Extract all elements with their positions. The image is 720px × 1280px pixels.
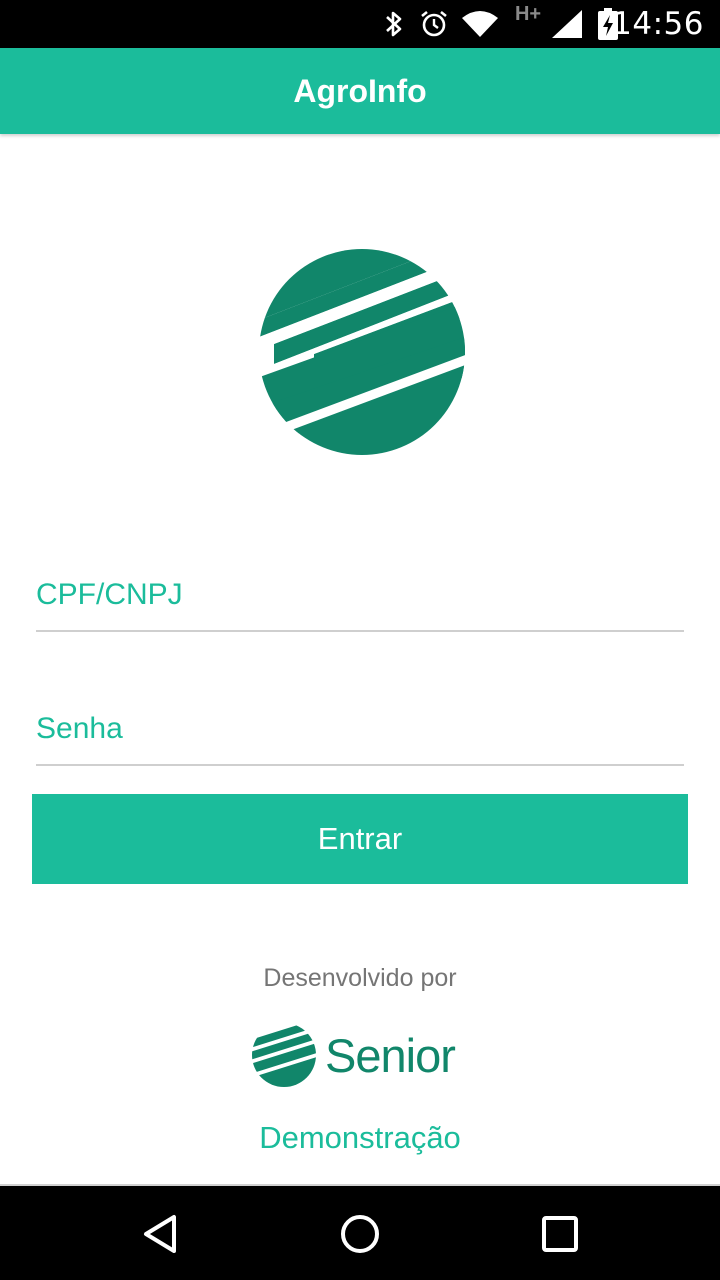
bluetooth-icon bbox=[382, 8, 406, 40]
status-bar: H+ 14:56 bbox=[0, 0, 720, 48]
app-bar: AgroInfo bbox=[0, 48, 720, 134]
signal-icon bbox=[550, 8, 584, 40]
developed-by-label: Desenvolvido por bbox=[263, 964, 457, 992]
senior-logo: Senior bbox=[250, 1018, 470, 1092]
home-icon[interactable] bbox=[330, 1206, 390, 1262]
password-input[interactable] bbox=[36, 708, 684, 766]
system-nav-bar bbox=[0, 1184, 720, 1280]
back-icon[interactable] bbox=[130, 1206, 190, 1262]
status-time: 14:56 bbox=[612, 6, 704, 42]
app-title: AgroInfo bbox=[293, 72, 427, 109]
senior-brand-text: Senior bbox=[325, 1029, 455, 1082]
agroinfo-logo bbox=[254, 244, 468, 460]
cpf-cnpj-input[interactable] bbox=[36, 574, 684, 632]
network-type-label: H+ bbox=[514, 2, 542, 25]
alarm-icon bbox=[418, 8, 450, 40]
recents-icon[interactable] bbox=[530, 1206, 590, 1262]
demo-link[interactable]: Demonstração bbox=[0, 1120, 720, 1156]
wifi-icon bbox=[460, 8, 500, 40]
login-button[interactable]: Entrar bbox=[32, 794, 688, 884]
